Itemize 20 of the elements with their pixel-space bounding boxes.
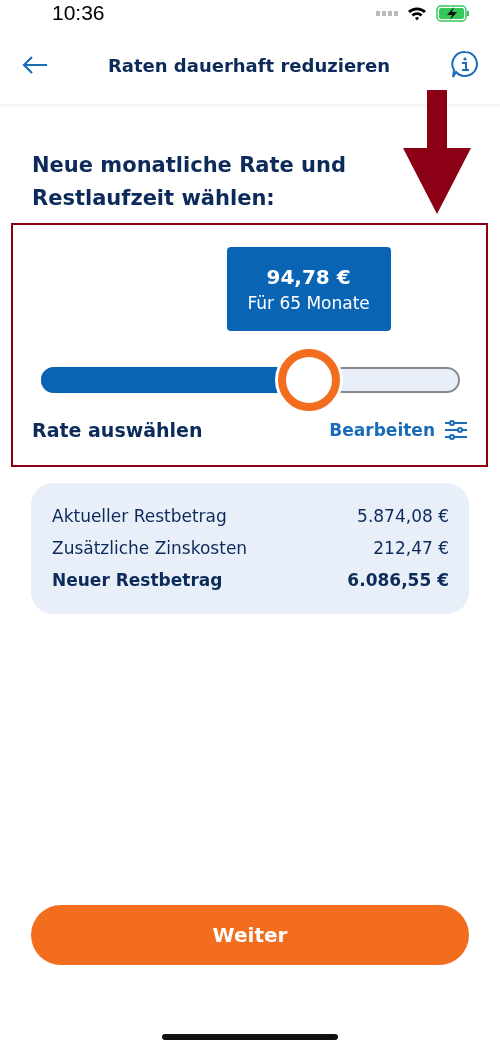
slider-label: Rate auswählen — [32, 419, 203, 441]
rate-amount: 94,78 € — [266, 265, 351, 289]
wifi-icon — [407, 5, 427, 21]
summary-label: Aktueller Restbetrag — [52, 505, 227, 528]
sliders-icon — [444, 419, 468, 441]
summary-value: 212,47 € — [373, 537, 449, 560]
continue-button[interactable]: Weiter — [31, 905, 469, 965]
summary-value: 6.086,55 € — [347, 569, 449, 592]
summary-value: 5.874,08 € — [357, 505, 449, 528]
back-button[interactable] — [20, 54, 50, 76]
screen-title: Raten dauerhaft reduzieren — [107, 54, 390, 76]
signal-icon — [376, 10, 398, 16]
status-time: 10:36 — [52, 1, 105, 25]
edit-link[interactable]: Bearbeiten — [329, 419, 468, 441]
battery-icon — [436, 4, 470, 22]
summary-label: Neuer Restbetrag — [52, 569, 223, 592]
section-heading: Neue monatliche Rate und Restlaufzeit wählen: — [32, 152, 347, 212]
rate-duration: Für 65 Monate — [247, 293, 370, 313]
arrow-icon — [403, 90, 471, 214]
summary-label: Zusätzliche Zinskosten — [52, 537, 248, 560]
